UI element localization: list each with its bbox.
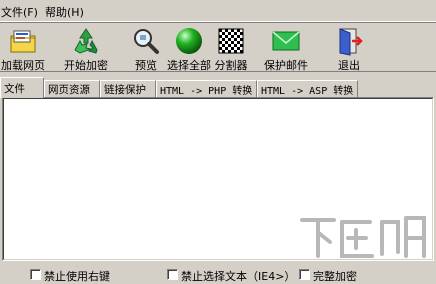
exit-door-icon (339, 28, 363, 56)
preview-label: 预览 (135, 59, 157, 72)
recycle-icon (74, 28, 98, 54)
preview-button[interactable]: 预览 (128, 24, 164, 72)
exit-label: 退出 (338, 59, 360, 72)
select-all-label: 选择全部 (167, 59, 211, 72)
magnifier-icon (134, 29, 159, 54)
tab-html-to-php[interactable]: HTML -> PHP 转换 (156, 80, 257, 97)
disable-right-click-label: 禁止使用右键 (44, 270, 110, 283)
load-page-label: 加载网页 (1, 59, 45, 72)
load-page-button[interactable]: 加载网页 (0, 24, 46, 72)
menu-file[interactable]: 文件(F) (1, 4, 38, 20)
menu-bar: 文件(F) 帮助(H) (0, 0, 436, 22)
disable-text-select-label: 禁止选择文本（IE4>） (181, 270, 296, 283)
tab-strip: 文件 网页资源 链接保护 HTML -> PHP 转换 HTML -> ASP … (0, 77, 436, 98)
tab-file[interactable]: 文件 (0, 77, 44, 98)
checkerboard-icon (218, 28, 244, 54)
full-encrypt-label: 完整加密 (313, 270, 357, 283)
disable-right-click-checkbox[interactable] (30, 269, 41, 280)
splitter-button[interactable]: 分割器 (212, 24, 250, 72)
start-encrypt-button[interactable]: 开始加密 (60, 24, 112, 72)
tab-link-protection[interactable]: 链接保护 (100, 80, 156, 97)
status-bar: 禁止使用右键 禁止选择文本（IE4>） 完整加密 (0, 264, 436, 284)
tab-web-resources[interactable]: 网页资源 (44, 80, 100, 97)
splitter-label: 分割器 (214, 59, 248, 72)
menu-help[interactable]: 帮助(H) (45, 4, 84, 20)
start-encrypt-label: 开始加密 (64, 59, 108, 72)
protect-mail-label: 保护邮件 (264, 59, 308, 72)
toolbar: 加载网页 开始加密 预览 选择全部 分割器 保护邮件 退出 (0, 22, 436, 72)
green-sphere-icon (176, 28, 202, 54)
full-encrypt-checkbox[interactable] (299, 269, 310, 280)
exit-button[interactable]: 退出 (333, 24, 365, 72)
select-all-button[interactable]: 选择全部 (165, 24, 213, 72)
load-page-icon (10, 30, 36, 53)
disable-text-select-checkbox[interactable] (167, 269, 178, 280)
watermark-logo (300, 216, 426, 258)
protect-mail-button[interactable]: 保护邮件 (262, 24, 310, 72)
envelope-icon (272, 31, 300, 51)
tab-html-to-asp[interactable]: HTML -> ASP 转换 (257, 80, 358, 97)
